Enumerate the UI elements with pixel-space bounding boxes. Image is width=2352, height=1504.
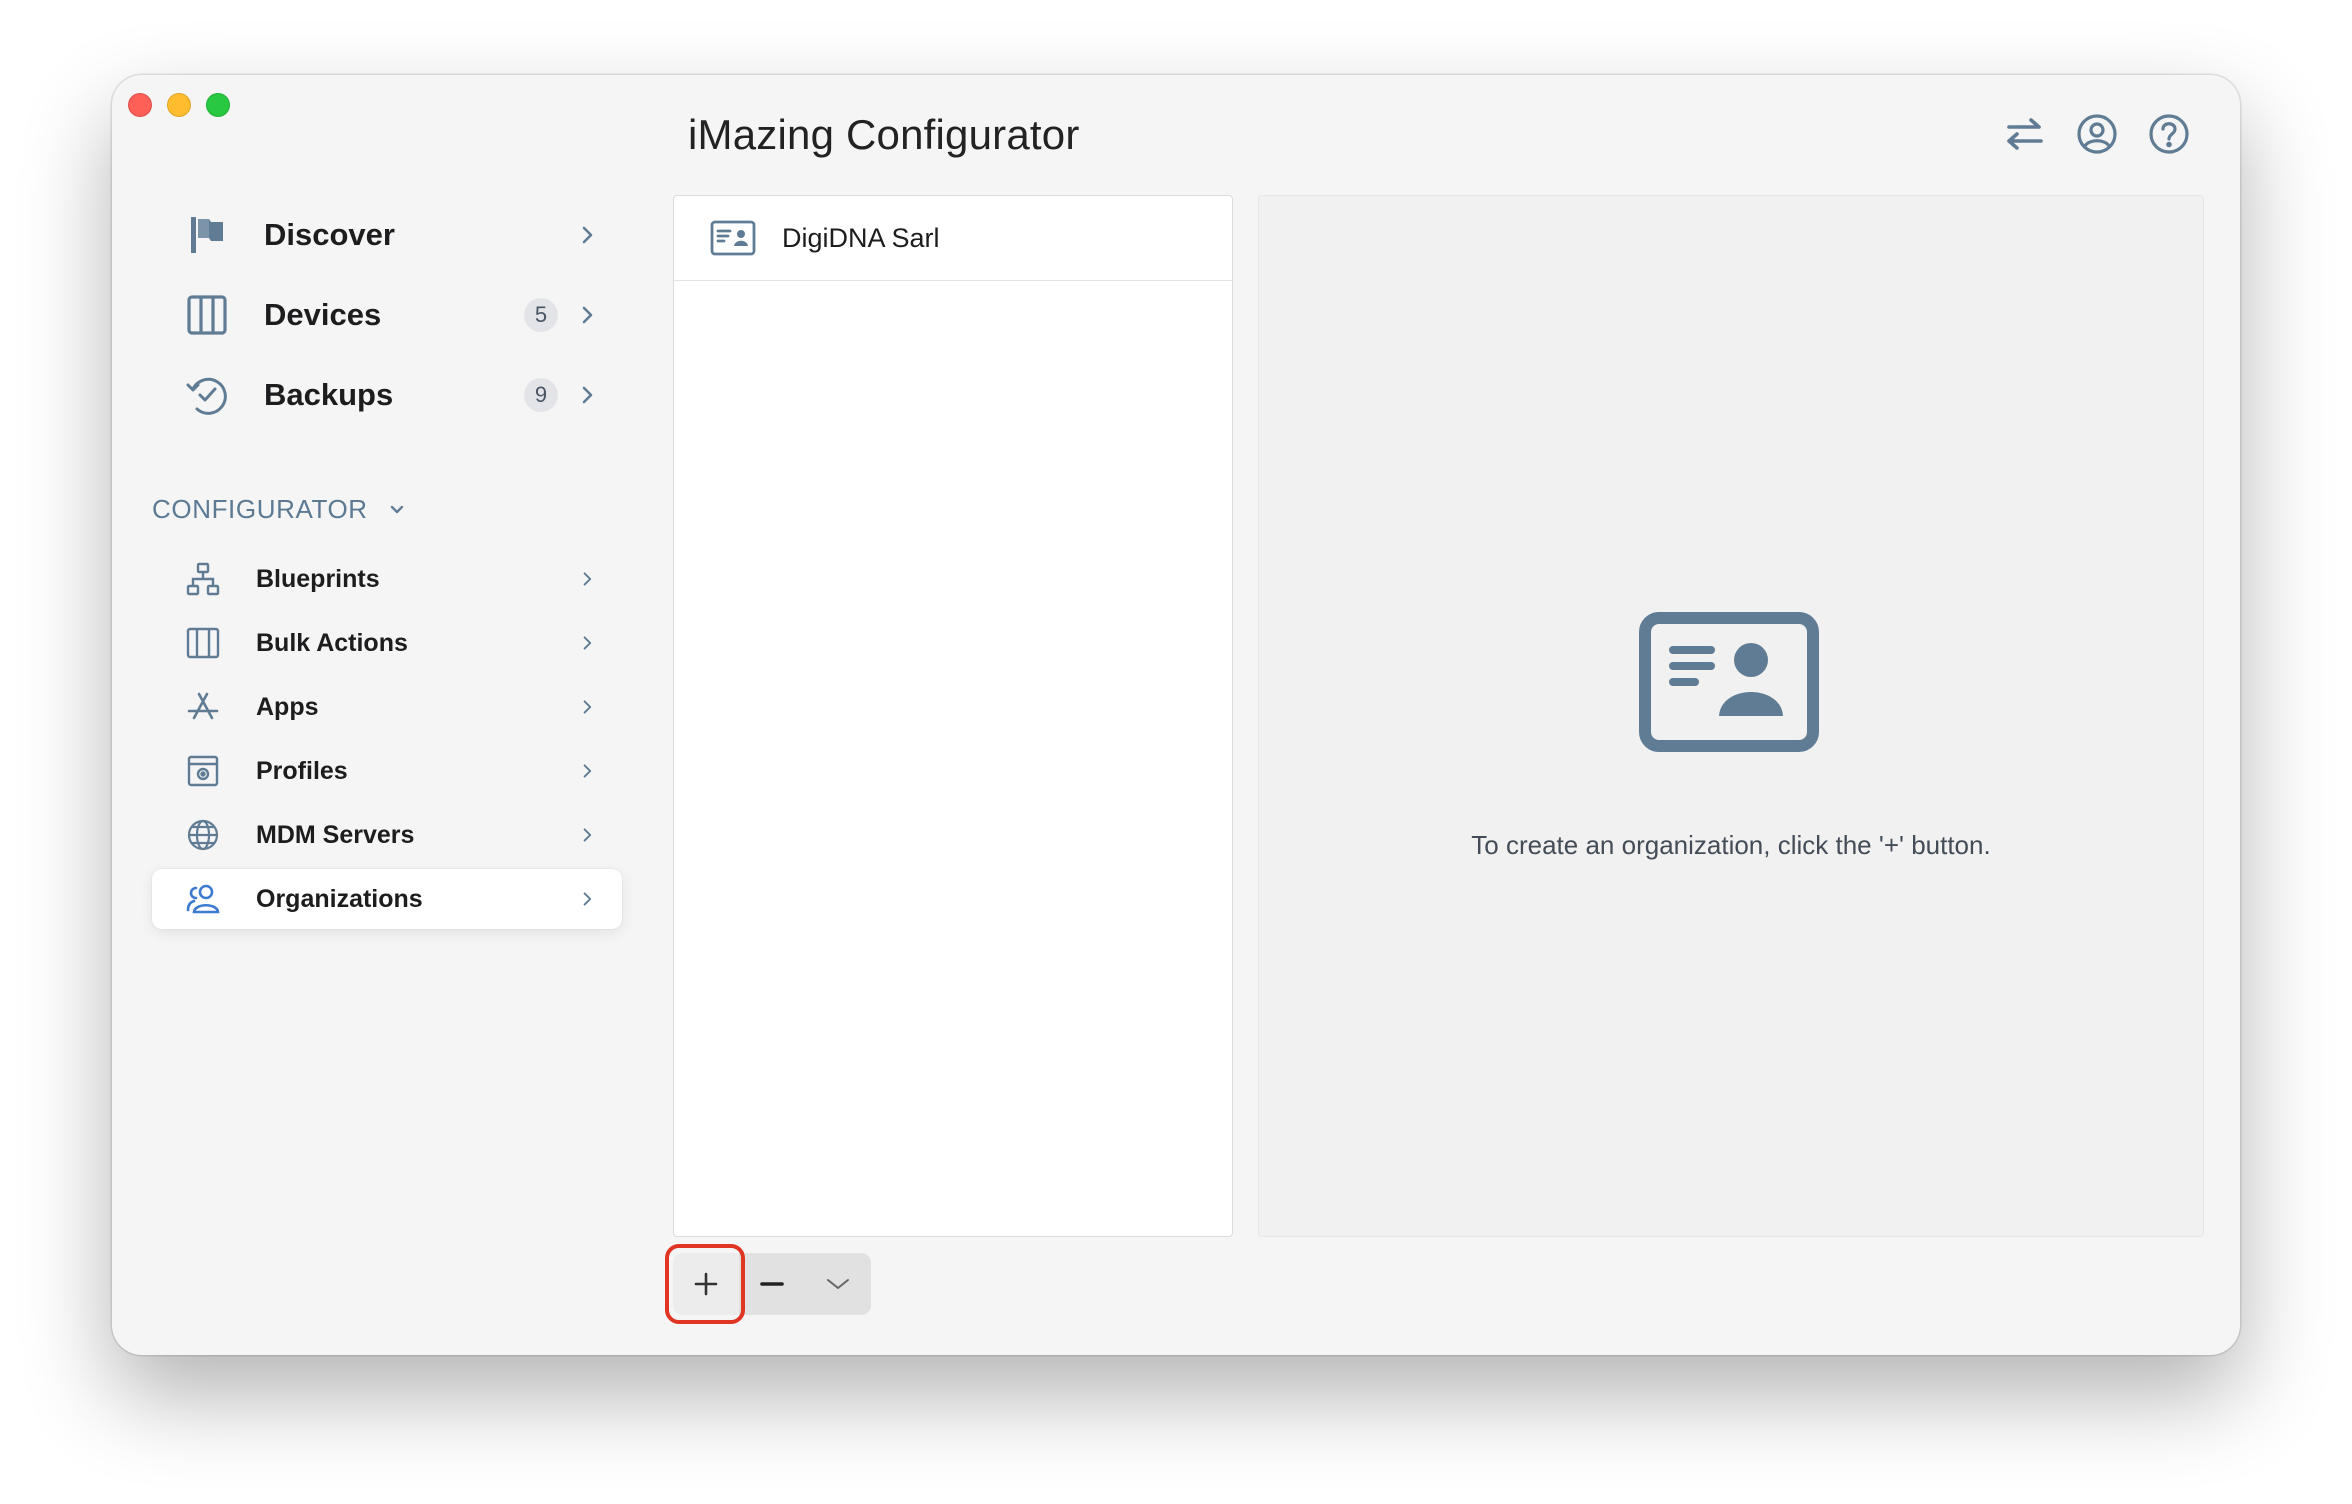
add-button-highlight [665,1244,745,1324]
sidebar-item-mdm-servers[interactable]: MDM Servers [152,805,622,865]
blueprint-icon [184,560,222,598]
sidebar-item-organizations[interactable]: Organizations [152,869,622,929]
transfer-icon[interactable] [2002,111,2048,157]
chevron-right-icon [576,568,598,590]
minimize-window-button[interactable] [167,93,191,117]
backup-icon [184,372,230,418]
sidebar-item-label: Blueprints [256,564,380,593]
app-store-icon [184,688,222,726]
sidebar-item-label: Devices [264,297,382,332]
sidebar-item-label: Backups [264,377,394,412]
list-item[interactable]: DigiDNA Sarl [674,196,1232,281]
sidebar-item-label: MDM Servers [256,820,415,849]
remove-organization-button[interactable] [739,1253,805,1315]
sidebar-item-apps[interactable]: Apps [152,677,622,737]
more-actions-button[interactable] [805,1253,871,1315]
sidebar-item-label: Profiles [256,756,348,785]
sidebar-item-label: Discover [264,217,395,252]
organizations-list: DigiDNA Sarl [673,195,1233,1237]
chevron-right-icon [576,632,598,654]
devices-count-badge: 5 [524,298,558,332]
configurator-section-header[interactable]: CONFIGURATOR [152,487,622,531]
sidebar-item-blueprints[interactable]: Blueprints [152,549,622,609]
sidebar-item-backups[interactable]: Backups 9 [152,355,622,435]
chevron-right-icon [576,824,598,846]
app-title: iMazing Configurator [688,111,1080,158]
chevron-right-icon [576,760,598,782]
sidebar-item-label: Bulk Actions [256,628,408,657]
people-icon [184,880,222,918]
flag-icon [184,212,230,258]
sidebar-item-bulk-actions[interactable]: Bulk Actions [152,613,622,673]
empty-state-message: To create an organization, click the '+'… [1471,830,1991,860]
chevron-down-icon [827,1279,849,1289]
section-label: CONFIGURATOR [152,493,368,524]
window-controls [128,93,230,117]
profile-icon [184,752,222,790]
sidebar-item-label: Organizations [256,884,423,913]
bulk-actions-icon [184,624,222,662]
id-card-icon [710,215,756,261]
backups-count-badge: 9 [524,378,558,412]
sidebar-item-label: Apps [256,692,319,721]
sidebar-item-devices[interactable]: Devices 5 [152,275,622,355]
zoom-window-button[interactable] [206,93,230,117]
app-window: iMazing Configurator Discover Devices 5 … [112,75,2240,1355]
minus-icon [760,1282,784,1286]
chevron-right-icon [576,696,598,718]
chevron-down-icon [388,500,406,518]
toolbar [2002,111,2192,157]
sidebar-item-discover[interactable]: Discover [152,195,622,275]
account-icon[interactable] [2074,111,2120,157]
chevron-right-icon [576,384,598,406]
organization-name: DigiDNA Sarl [782,222,940,253]
globe-icon [184,816,222,854]
detail-panel: To create an organization, click the '+'… [1258,195,2204,1237]
chevron-right-icon [576,888,598,910]
sidebar-item-profiles[interactable]: Profiles [152,741,622,801]
chevron-right-icon [576,304,598,326]
chevron-right-icon [576,224,598,246]
sidebar: Discover Devices 5 Backups 9 CONFIGURATO… [152,195,622,933]
id-card-icon [1639,612,1819,752]
help-icon[interactable] [2146,111,2192,157]
devices-icon [184,292,230,338]
close-window-button[interactable] [128,93,152,117]
